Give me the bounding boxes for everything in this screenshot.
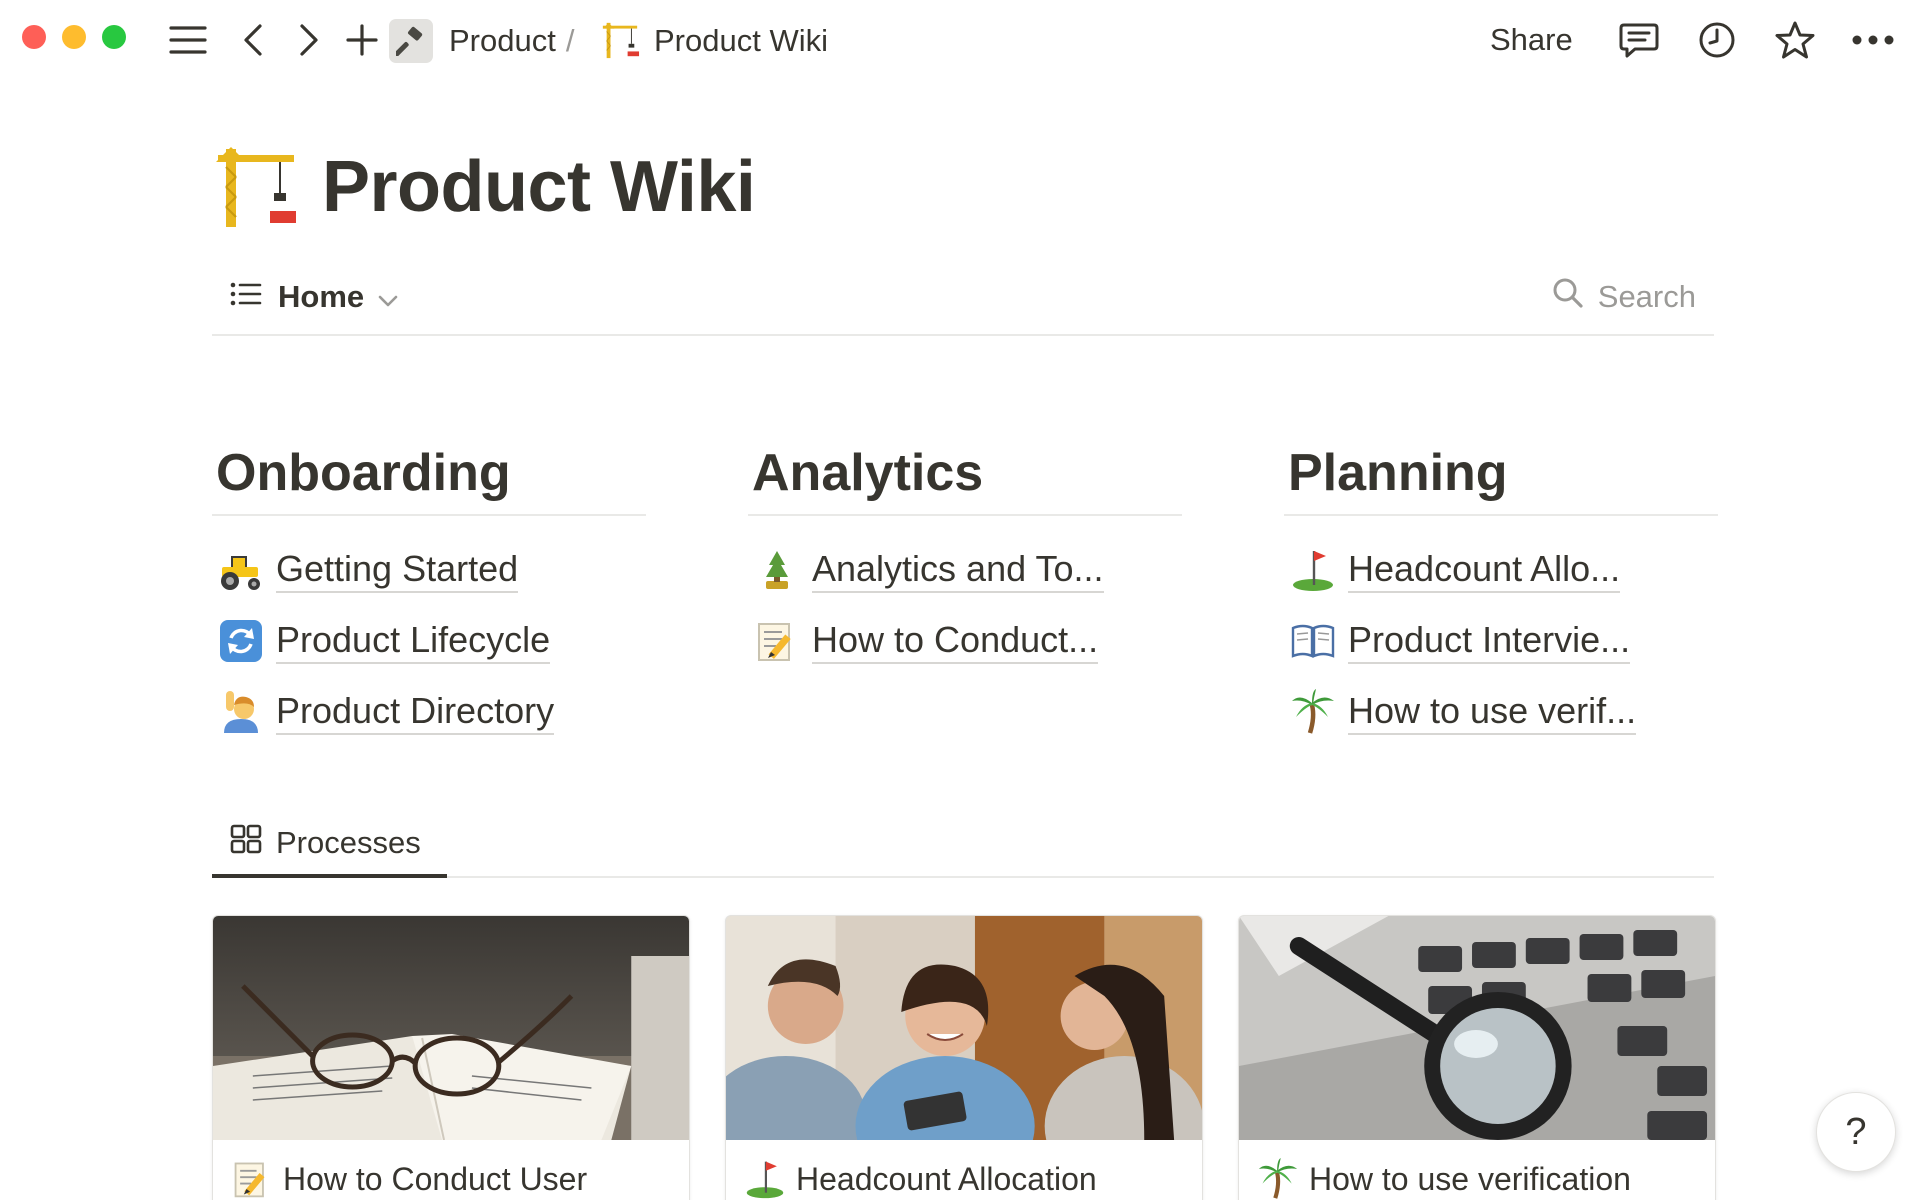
search-icon [1552, 277, 1584, 317]
card-title: How to Conduct User [283, 1160, 588, 1197]
page-link: Analytics and To... [812, 547, 1104, 593]
list-item[interactable]: How to use verif... [1284, 676, 1718, 747]
gallery-card[interactable]: Headcount Allocation [725, 915, 1203, 1200]
memo-icon [754, 618, 800, 664]
share-button[interactable]: Share [1490, 20, 1573, 60]
gallery-grid-icon [230, 824, 262, 862]
view-bar: Home Search [212, 272, 1714, 336]
comment-icon[interactable] [1616, 20, 1662, 60]
list-item[interactable]: Getting Started [212, 534, 646, 605]
arrows-cycle-icon [218, 618, 264, 664]
breadcrumb-label: Product [449, 23, 556, 58]
card-cover-image [1239, 916, 1715, 1140]
tractor-icon [218, 547, 264, 593]
memo-icon [231, 1158, 273, 1200]
gallery-card[interactable]: How to use verification [1238, 915, 1716, 1200]
column-planning: Planning Headcount Allo... Product Inter… [1284, 430, 1718, 747]
more-icon[interactable] [1850, 20, 1896, 60]
menu-icon[interactable] [166, 20, 210, 60]
back-icon[interactable] [236, 20, 270, 60]
column-heading: Onboarding [212, 430, 646, 516]
construction-crane-icon[interactable] [214, 145, 298, 229]
page-link: Product Directory [276, 689, 555, 735]
card-title: How to use verification [1309, 1160, 1631, 1197]
breadcrumb-product[interactable]: Product / [449, 21, 574, 61]
page-link: Getting Started [276, 547, 519, 593]
top-bar: Product / Product Wiki Share [0, 0, 1920, 80]
minimize-window-button[interactable] [62, 25, 86, 49]
open-book-icon [1290, 618, 1336, 664]
page-link: How to use verif... [1348, 689, 1637, 735]
list-item[interactable]: How to Conduct... [748, 605, 1182, 676]
chevron-down-icon [378, 279, 398, 315]
card-cover-image [213, 916, 689, 1140]
column-analytics: Analytics Analytics and To... How to Con… [748, 430, 1182, 676]
add-icon[interactable] [344, 20, 380, 60]
list-item[interactable]: Analytics and To... [748, 534, 1182, 605]
column-heading: Analytics [748, 430, 1182, 516]
page-title: Product Wiki [322, 147, 756, 227]
card-title: Headcount Allocation [796, 1160, 1097, 1197]
breadcrumb-separator: / [565, 23, 575, 58]
breadcrumb-label: Product Wiki [654, 23, 828, 58]
page-link: Headcount Allo... [1348, 547, 1621, 593]
page-link: Product Lifecycle [276, 618, 551, 664]
list-icon [230, 279, 262, 315]
golf-flag-icon [744, 1158, 786, 1200]
palm-tree-icon [1290, 688, 1336, 735]
search-button[interactable]: Search [1552, 272, 1696, 322]
zoom-window-button[interactable] [102, 25, 126, 49]
gallery-card[interactable]: How to Conduct User [212, 915, 690, 1200]
close-window-button[interactable] [22, 25, 46, 49]
page-link: How to Conduct... [812, 618, 1099, 664]
list-item[interactable]: Product Directory [212, 676, 646, 747]
clock-icon[interactable] [1696, 20, 1738, 60]
tree-icon [754, 547, 800, 593]
view-label: Home [278, 279, 365, 314]
breadcrumb-product-wiki[interactable]: Product Wiki [654, 21, 828, 61]
star-icon[interactable] [1774, 20, 1816, 60]
card-cover-image [726, 916, 1202, 1140]
column-heading: Planning [1284, 430, 1718, 516]
tab-label: Processes [276, 825, 421, 860]
list-item[interactable]: Product Lifecycle [212, 605, 646, 676]
hammer-icon[interactable] [389, 19, 433, 63]
palm-tree-icon [1257, 1158, 1299, 1200]
page-header: Product Wiki [214, 142, 756, 232]
page-link: Product Intervie... [1348, 618, 1631, 664]
tab-processes[interactable]: Processes [212, 812, 447, 878]
forward-icon[interactable] [292, 20, 326, 60]
construction-crane-icon [598, 20, 642, 60]
help-button[interactable]: ? [1816, 1092, 1896, 1172]
search-label: Search [1597, 279, 1696, 314]
golf-flag-icon [1290, 547, 1336, 593]
view-selector[interactable]: Home [230, 272, 398, 322]
gallery-tab-bar: Processes [212, 812, 1714, 878]
person-raising-hand-icon [218, 689, 264, 735]
column-onboarding: Onboarding Getting Started Product Lifec… [212, 430, 646, 747]
list-item[interactable]: Product Intervie... [1284, 605, 1718, 676]
list-item[interactable]: Headcount Allo... [1284, 534, 1718, 605]
